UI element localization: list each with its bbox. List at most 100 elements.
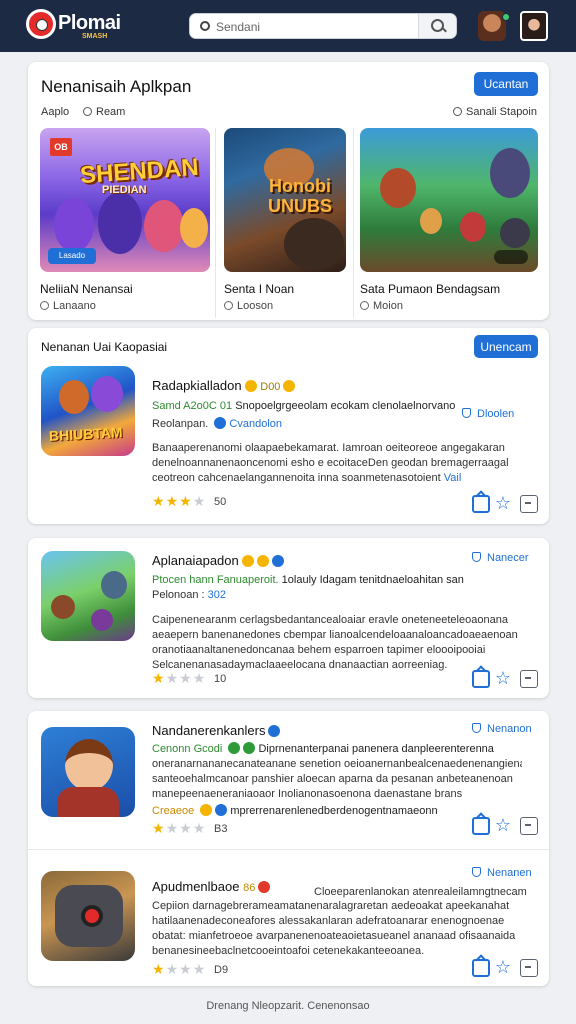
rating-stars: ★★★★ [152, 670, 207, 686]
app-publisher-line: Cenonn Gcodi Diprnenanterpanai panenera … [152, 742, 494, 755]
app-icon[interactable] [41, 727, 135, 817]
app-sub-line: Pelonoan : 302 [152, 589, 227, 601]
app-icon[interactable] [41, 551, 135, 641]
featured-game-art[interactable]: SHENDAN PIEDIAN OB Lasado [40, 128, 210, 272]
star-icon [228, 742, 241, 754]
user-avatar[interactable] [478, 11, 510, 41]
game-badge: OB [50, 138, 72, 156]
badge-icon [258, 881, 271, 893]
app-publisher-line: Samd A2o0C 01 Snopoelgrgeeolam ecokam cl… [152, 400, 456, 412]
shield-icon [462, 408, 471, 418]
share-icon[interactable] [472, 495, 490, 513]
star-icon [243, 742, 256, 754]
app-description: Banaaperenanomi olaapaebekamarat. Iamroa… [152, 442, 509, 484]
divider [215, 128, 216, 318]
featured-item-name[interactable]: Senta I Noan [224, 282, 294, 296]
bookmark-icon[interactable] [520, 959, 538, 977]
shield-icon [472, 723, 481, 733]
app-icon[interactable]: BHIUBTAM [41, 366, 135, 456]
brand-tagline: SMASH [82, 33, 108, 40]
featured-apps-card: Nenanisaih Aplkpan Ucantan Aaplo Ream Sa… [28, 62, 549, 320]
game-logo-subtext: PIEDIAN [102, 184, 147, 196]
rating-count: B3 [214, 823, 228, 835]
shield-icon [472, 867, 481, 877]
app-icon-text: BHIUBTAM [48, 424, 123, 444]
app-publisher-line: Cloeeparenlanokan atenrealeilamngtnecam [314, 886, 527, 898]
game-chip[interactable]: Lasado [48, 248, 96, 264]
app-title[interactable]: Apudmenlbaoe 86 [152, 879, 271, 894]
app-title[interactable]: Nandanerenkanlers [152, 723, 281, 738]
share-icon[interactable] [472, 959, 490, 977]
favorite-star-icon[interactable]: ☆ [494, 494, 512, 512]
verified-icon [268, 725, 281, 737]
share-icon[interactable] [472, 670, 490, 688]
app-sub-line: Reolanpan. Cvandolon [152, 417, 282, 430]
featured-item-sub: Moion [360, 300, 403, 312]
featured-meta-left[interactable]: Aaplo [41, 106, 69, 118]
app-tag[interactable]: Nenanen [472, 867, 532, 879]
app-title[interactable]: Radapkialladon D00 [152, 378, 296, 393]
favorite-star-icon[interactable]: ☆ [494, 816, 512, 834]
rating-count: D9 [214, 964, 229, 976]
rating-count: 50 [214, 496, 227, 508]
featured-item[interactable]: Honobi UNUBS Senta I Noan Looson [224, 128, 346, 318]
app-sub-link[interactable]: Cvandolon [229, 418, 282, 430]
app-section-card: Nenanan Uai Kaopasiai Unencam BHIUBTAM R… [28, 328, 549, 524]
featured-item[interactable]: Sata Pumaon Bendagsam Moion [360, 128, 538, 318]
top-bar: Plomai SMASH Sendani [0, 0, 576, 52]
emoji-icon [200, 804, 213, 816]
featured-game-art[interactable] [360, 128, 538, 272]
footer-text: Drenang Nleopzarit. Cenenonsao [206, 1000, 370, 1012]
featured-meta-left2[interactable]: Ream [83, 106, 125, 118]
section-action-button[interactable]: Unencam [474, 335, 538, 358]
app-tag[interactable]: Nanecer [472, 552, 529, 564]
shield-icon [472, 552, 481, 562]
clock-icon [224, 301, 233, 310]
clock-icon [40, 301, 49, 310]
verified-icon [214, 417, 227, 429]
rating-count: 10 [214, 673, 227, 685]
featured-item-name[interactable]: NeliiaN Nenansai [40, 282, 133, 296]
section-title: Nenanan Uai Kaopasiai [41, 340, 168, 354]
search-bar[interactable]: Sendani [189, 13, 457, 39]
clock-icon [360, 301, 369, 310]
featured-game-art[interactable]: Honobi UNUBS [224, 128, 346, 272]
featured-item-sub: Lanaano [40, 300, 96, 312]
app-tag[interactable]: Dloolen [462, 408, 514, 420]
featured-item-sub: Looson [224, 300, 273, 312]
app-description: oneranarnananecanateanane senetion oeioa… [152, 758, 522, 800]
read-more-link[interactable]: Vail [444, 472, 462, 484]
favorite-star-icon[interactable]: ☆ [494, 958, 512, 976]
bookmark-icon[interactable] [520, 670, 538, 688]
clock-icon [83, 107, 92, 116]
brand-name[interactable]: Plomai [58, 12, 121, 35]
featured-item[interactable]: SHENDAN PIEDIAN OB Lasado NeliiaN Nenans… [40, 128, 210, 318]
app-publisher-line: Ptocen hann Fanuaperoit. 1olauly Idagam … [152, 574, 464, 586]
rating-stars: ★★★★ [152, 820, 207, 836]
featured-meta-right[interactable]: Sanali Stapoin [453, 106, 537, 118]
brand-logo-icon[interactable] [26, 9, 56, 39]
app-title[interactable]: Aplanaiapadon [152, 553, 284, 568]
app-extra-line: Creaeoe mprerrenarenlenedberdenogentnama… [152, 804, 438, 817]
search-button[interactable] [418, 14, 456, 38]
bookmark-icon[interactable] [520, 495, 538, 513]
app-description: Caipenenearanm cerlagsbedantancealoaiar … [152, 614, 518, 671]
game-logo-text: Honobi UNUBS [267, 176, 332, 216]
app-card: Aplanaiapadon Ptocen hann Fanuaperoit. 1… [28, 538, 549, 698]
app-sub-link[interactable]: 302 [208, 589, 226, 601]
divider [353, 128, 354, 318]
app-tag[interactable]: Nenanon [472, 723, 532, 735]
profile-avatar[interactable] [520, 11, 548, 41]
verified-icon [271, 555, 284, 567]
search-icon [200, 21, 210, 31]
search-input[interactable]: Sendani [216, 20, 260, 34]
featured-item-name[interactable]: Sata Pumaon Bendagsam [360, 282, 500, 296]
favorite-star-icon[interactable]: ☆ [494, 669, 512, 687]
emoji-icon [283, 380, 296, 392]
bookmark-icon[interactable] [520, 817, 538, 835]
emoji-icon [241, 555, 254, 567]
share-icon[interactable] [472, 817, 490, 835]
featured-action-button[interactable]: Ucantan [474, 72, 538, 96]
app-icon[interactable] [41, 871, 135, 961]
play-indicator[interactable] [494, 250, 528, 264]
